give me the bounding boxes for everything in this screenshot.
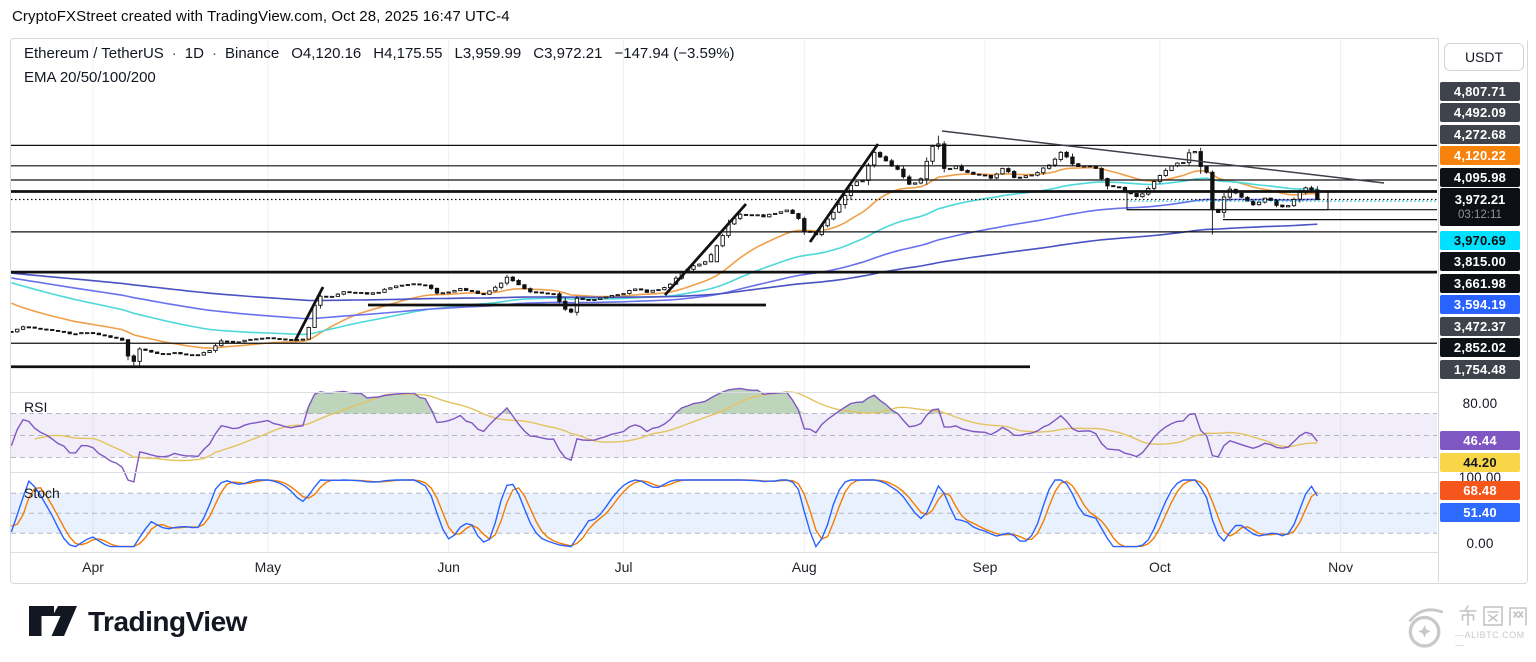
currency-toggle-button[interactable]: USDT xyxy=(1444,43,1524,71)
price-change: −147.94 (−3.59%) xyxy=(614,45,735,62)
month-label-jul: Jul xyxy=(614,559,633,575)
indicator-scale-label: 51.40 xyxy=(1440,502,1520,522)
price-scale-label: 4,095.98 xyxy=(1440,167,1520,187)
interval-label[interactable]: 1D xyxy=(185,45,204,62)
price-scale-label: 4,807.71 xyxy=(1440,81,1520,101)
indicator-scale-label: 46.44 xyxy=(1440,430,1520,450)
candles-layer xyxy=(11,135,1320,368)
screenshot-root: CryptoFXStreet created with TradingView.… xyxy=(0,0,1536,662)
month-label-apr: Apr xyxy=(82,559,104,575)
price-scale-label: 2,852.02 xyxy=(1440,338,1520,357)
current-price-value: 3,972.21 xyxy=(1454,191,1506,207)
ohlc-low: L3,959.99 xyxy=(454,45,522,62)
indicator-scale-label: 0.00 xyxy=(1466,535,1494,551)
price-scale-label: 4,120.22 xyxy=(1440,146,1520,165)
ema-lines xyxy=(11,166,1318,349)
chart-canvas[interactable] xyxy=(0,0,1536,662)
price-scale-label: 3,472.37 xyxy=(1440,316,1520,336)
watermark-domain: —ALIBTC.COM— xyxy=(1455,630,1525,650)
month-label-oct: Oct xyxy=(1149,559,1171,575)
exchange-label: Binance xyxy=(224,45,280,62)
trendline xyxy=(808,143,880,243)
watermark-logo-icon xyxy=(1408,608,1444,648)
month-label-sep: Sep xyxy=(972,559,998,575)
price-scale-label: 3,594.19 xyxy=(1440,295,1520,314)
indicator-scale-label: 68.48 xyxy=(1440,480,1520,500)
month-label-aug: Aug xyxy=(791,559,817,575)
ema-20-line xyxy=(11,166,1318,349)
symbol-title-row: Ethereum / TetherUS · 1D · Binance O4,12… xyxy=(24,45,735,62)
price-scale-label: 3,815.00 xyxy=(1440,252,1520,271)
indicator-scale-label: 80.00 xyxy=(1462,395,1498,411)
tradingview-logo-icon xyxy=(29,606,77,636)
price-scale-label: 3,661.98 xyxy=(1440,273,1520,293)
ohlc-open: O4,120.16 xyxy=(291,45,362,62)
ohlc-close: C3,972.21 xyxy=(533,45,603,62)
stoch-pane-label[interactable]: Stoch xyxy=(24,485,60,501)
trendline xyxy=(941,130,1385,184)
price-scale-label: 4,492.09 xyxy=(1440,103,1520,122)
month-label-may: May xyxy=(254,559,282,575)
ema-100-line xyxy=(11,198,1318,320)
price-scale-label: 4,272.68 xyxy=(1440,124,1520,144)
site-watermark: 币圈网 —ALIBTC.COM— xyxy=(1398,596,1530,658)
bar-countdown: 03:12:11 xyxy=(1458,208,1502,221)
watermark-cjk-glyphs xyxy=(1458,605,1527,626)
ohlc-high: H4,175.55 xyxy=(373,45,443,62)
month-gridlines xyxy=(92,40,1342,552)
tradingview-wordmark: TradingView xyxy=(88,605,247,637)
title-separator: · xyxy=(211,45,217,62)
current-price-label: 3,972.21 03:12:11 xyxy=(1440,188,1520,226)
rsi-pane-label[interactable]: RSI xyxy=(24,399,47,415)
ema-50-line xyxy=(11,177,1318,336)
month-label-jun: Jun xyxy=(437,559,460,575)
price-scale-label: 1,754.48 xyxy=(1440,360,1520,379)
price-scale-label: 3,970.69 xyxy=(1440,230,1520,250)
tradingview-branding[interactable]: TradingView xyxy=(28,605,247,638)
symbol-name[interactable]: Ethereum / TetherUS xyxy=(24,45,164,62)
month-label-nov: Nov xyxy=(1328,559,1354,575)
title-separator: · xyxy=(171,45,177,62)
indicator-legend-ema[interactable]: EMA 20/50/100/200 xyxy=(24,69,156,86)
